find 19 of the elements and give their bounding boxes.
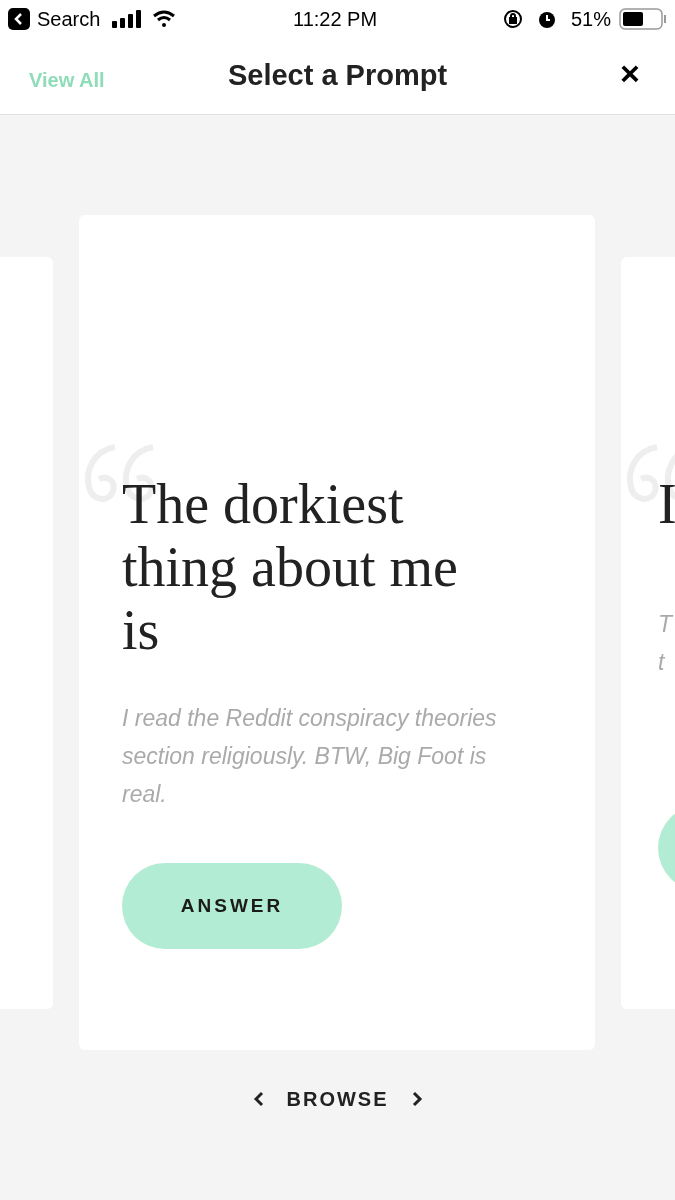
prompt-answer-line: T bbox=[658, 609, 675, 639]
page-title: Select a Prompt bbox=[227, 58, 448, 94]
alarm-icon bbox=[536, 9, 557, 29]
browse-label: BROWSE bbox=[286, 1087, 389, 1112]
back-label[interactable]: Search bbox=[37, 4, 101, 34]
battery-percent: 51% bbox=[570, 7, 611, 32]
prompt-answer: I read the Reddit conspiracy theories section religiously. BTW, Big Foot is real. bbox=[122, 704, 498, 809]
answer-button[interactable]: ANSWER bbox=[122, 863, 342, 949]
prompt-title: The dorkiest thing about me is bbox=[122, 473, 459, 662]
battery-icon bbox=[619, 8, 667, 30]
chevron-right-icon[interactable] bbox=[410, 1091, 423, 1107]
rotation-lock-icon bbox=[502, 9, 523, 29]
prompt-answer-line: t bbox=[658, 647, 666, 677]
prompt-title-line: I bbox=[658, 472, 675, 536]
status-time: 11:22 PM bbox=[293, 7, 378, 32]
close-button[interactable]: × bbox=[620, 56, 640, 90]
back-icon[interactable] bbox=[8, 8, 30, 30]
chevron-left-icon[interactable] bbox=[252, 1091, 265, 1107]
wifi-icon bbox=[152, 10, 177, 28]
